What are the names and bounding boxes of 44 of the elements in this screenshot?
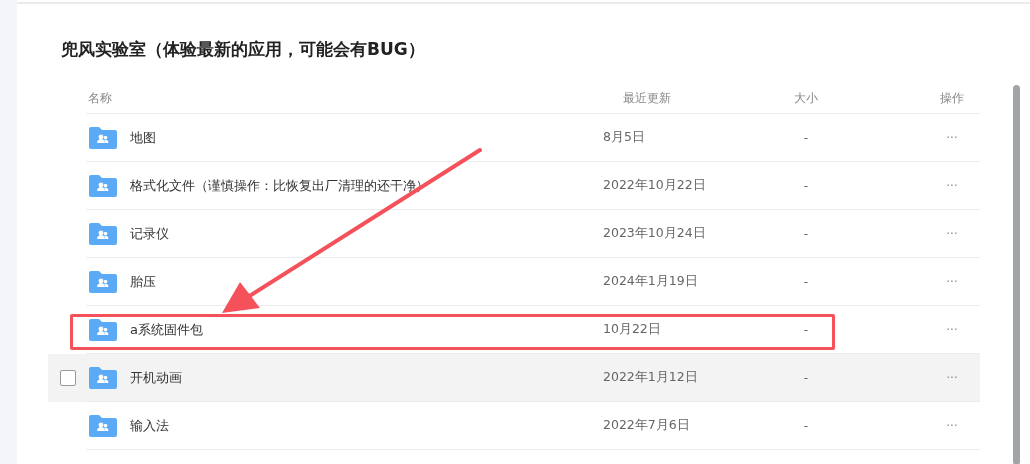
folder-name[interactable]: 开机动画 — [130, 368, 182, 387]
file-row[interactable]: 开机动画 2022年1月12日 - ··· — [48, 354, 980, 402]
shared-folder-icon — [89, 126, 117, 149]
file-size: - — [802, 418, 810, 433]
more-actions[interactable]: ··· — [852, 418, 980, 433]
shared-folder-icon — [89, 222, 117, 245]
page-title: 兜风实验室（体验最新的应用，可能会有BUG） — [61, 38, 426, 61]
updated-date: 2023年10月24日 — [603, 225, 707, 242]
shared-folder-icon — [89, 366, 117, 389]
more-actions[interactable]: ··· — [852, 226, 980, 241]
file-row[interactable]: 地图 8月5日 - ··· — [48, 114, 980, 162]
more-actions[interactable]: ··· — [852, 274, 980, 289]
folder-name[interactable]: 胎压 — [130, 272, 156, 291]
folder-name[interactable]: 输入法 — [130, 416, 169, 435]
more-actions[interactable]: ··· — [852, 322, 980, 337]
file-size: - — [802, 274, 810, 289]
file-size: - — [802, 322, 810, 337]
column-header: 操作 — [939, 90, 965, 107]
file-row[interactable]: 输入法 2022年7月6日 - ··· — [48, 402, 980, 450]
column-header: 名称 — [87, 90, 113, 107]
file-size: - — [802, 178, 810, 193]
folder-name[interactable]: 地图 — [130, 128, 156, 147]
updated-date: 2022年1月12日 — [603, 369, 699, 386]
file-size: - — [802, 226, 810, 241]
updated-date: 8月5日 — [603, 129, 646, 146]
shared-folder-icon — [89, 414, 117, 437]
updated-date: 2024年1月19日 — [603, 273, 699, 290]
shared-folder-icon — [89, 318, 117, 341]
more-actions[interactable]: ··· — [852, 130, 980, 145]
column-header: 最近更新 — [622, 90, 672, 107]
file-row[interactable]: 记录仪 2023年10月24日 - ··· — [48, 210, 980, 258]
file-size: - — [802, 370, 810, 385]
column-header: 大小 — [793, 90, 819, 107]
updated-date: 10月22日 — [603, 321, 662, 338]
updated-date: 2022年10月22日 — [603, 177, 707, 194]
file-size: - — [802, 130, 810, 145]
scrollbar[interactable] — [1013, 85, 1020, 464]
more-actions[interactable]: ··· — [852, 178, 980, 193]
shared-folder-icon — [89, 174, 117, 197]
folder-name[interactable]: a系统固件包 — [130, 320, 203, 339]
folder-name[interactable]: 记录仪 — [130, 224, 169, 243]
row-checkbox[interactable] — [60, 370, 76, 386]
updated-date: 2022年7月6日 — [603, 417, 691, 434]
shared-folder-icon — [89, 270, 117, 293]
